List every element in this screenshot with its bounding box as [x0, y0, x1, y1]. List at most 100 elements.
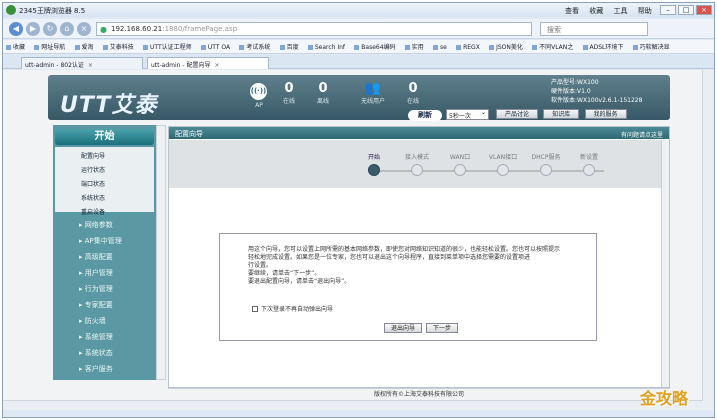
copyright-footer: 版权所有©上海艾泰科技有限公司 [168, 388, 670, 398]
page-icon: ● [100, 25, 107, 34]
sidebar-item-run-status[interactable]: 运行状态 [55, 163, 154, 177]
sidebar-group-behavior[interactable]: 行为管理 [55, 284, 154, 294]
main-scrollbar[interactable] [661, 140, 669, 387]
step-dot [411, 164, 423, 176]
favorites-bar: 收藏 网址导航 爱淘 艾泰科技 UTT认证工程师 UTT OA 考试系统 百度 … [3, 40, 714, 54]
fav-item[interactable]: 百度 [280, 42, 299, 51]
checkbox-icon[interactable] [252, 306, 258, 312]
ap-offline-stat: 0 离线 [316, 81, 329, 105]
menu-help[interactable]: 帮助 [638, 7, 652, 15]
users-icon: 👥 [364, 81, 382, 96]
step-dot [540, 164, 552, 176]
watermark-logo: 金攻略 [640, 389, 689, 408]
knowledge-base-button[interactable]: 知识库 [543, 109, 580, 119]
fav-item[interactable]: Search Inf [308, 44, 345, 51]
refresh-icon[interactable]: ↻ [43, 22, 57, 36]
url-host: 192.168.60.21 [111, 25, 163, 33]
step-wan-label: WAN口 [449, 154, 471, 161]
page-horizontal-scrollbar[interactable] [3, 400, 703, 410]
my-service-button[interactable]: 我的服务 [584, 109, 627, 119]
sidebar-group-sysstatus[interactable]: 系统状态 [55, 348, 154, 358]
address-row: ◀ ▶ ↻ ⌂ × ● 192.168.60.21:1880/framePage… [3, 19, 714, 39]
fav-item[interactable]: UTT OA [201, 44, 230, 51]
sidebar-group-service[interactable]: 客户服务 [55, 364, 154, 374]
fav-item[interactable]: UTT认证工程师 [143, 42, 192, 51]
sidebar-item-port-status[interactable]: 端口状态 [55, 177, 154, 191]
menu-view[interactable]: 查看 [565, 7, 579, 15]
sidebar-submenu: 配置向导 运行状态 端口状态 系统状态 重启设备 [55, 147, 154, 216]
no-popup-checkbox[interactable]: 下次登录不再自动弹出向导 [252, 304, 333, 313]
fav-item[interactable]: 实用 [405, 42, 424, 51]
sidebar-group-advanced[interactable]: 高级配置 [55, 252, 154, 262]
step-dot [497, 164, 509, 176]
tab-802-auth[interactable]: utt-admin - 802认证 × [21, 57, 143, 69]
step-new-label: 新设置 [579, 154, 598, 161]
brand-logo: UTT艾泰 [60, 93, 158, 118]
wireless-users-stat: 👥 无线用户 [353, 81, 393, 105]
tab-strip: utt-admin - 802认证 × utt-admin - 配置向导 × [3, 55, 714, 69]
page-content: UTT艾泰 ((·)) AP 0 在线 0 离线 👥 无线用户 0 在线 产品型号:WX… [3, 70, 703, 410]
fav-item[interactable]: ADSL环境下 [583, 42, 624, 51]
sidebar-scrollbar[interactable] [156, 125, 166, 380]
fav-item[interactable]: 巧软解决显 [633, 42, 670, 51]
step-dot [583, 164, 595, 176]
forward-icon[interactable]: ▶ [26, 22, 40, 36]
wizard-intro-box: 用这个向导，您可以设置上网所需的基本网络参数，即使您对网络知识知道的很少，也能轻… [219, 233, 597, 341]
exit-wizard-button[interactable]: 退出向导 [384, 323, 423, 333]
fav-item[interactable]: 网址导航 [34, 42, 65, 51]
fav-item[interactable]: JSON美化 [489, 42, 523, 51]
url-path: :1880/framePage.asp [162, 25, 238, 33]
panel-title-bar: 配置向导 有问题请点这里 [169, 127, 669, 139]
sidebar-group-expert[interactable]: 专家配置 [55, 300, 154, 310]
fav-item[interactable]: 不同VLAN之 [532, 42, 573, 51]
search-input[interactable]: 搜索 [540, 22, 648, 36]
fav-item[interactable]: se [433, 44, 447, 51]
ap-icon: ((·)) [250, 83, 267, 100]
home-icon[interactable]: ⌂ [60, 22, 74, 36]
main-panel: 配置向导 有问题请点这里 开始 接入模式 WAN口 VLAN接口 DHCP服务 … [168, 126, 670, 388]
sidebar-group-firewall[interactable]: 防火墙 [55, 316, 154, 326]
panel-title: 配置向导 [175, 130, 203, 138]
page-vertical-scrollbar[interactable] [703, 70, 714, 410]
product-discussion-button[interactable]: 产品讨论 [496, 109, 539, 119]
sidebar-start-button[interactable]: 开始 [55, 129, 154, 145]
fav-item[interactable]: 收藏 [6, 42, 25, 51]
fav-item[interactable]: 爱淘 [75, 42, 94, 51]
fav-item[interactable]: 艾泰科技 [103, 42, 134, 51]
refresh-button[interactable]: 刷新 [408, 110, 442, 121]
sidebar-group-ap[interactable]: AP集中管理 [55, 236, 154, 246]
search-placeholder: 搜索 [547, 26, 561, 34]
back-icon[interactable]: ◀ [9, 22, 23, 36]
sidebar-item-reboot[interactable]: 重启设备 [55, 205, 154, 219]
address-input[interactable]: ● 192.168.60.21:1880/framePage.asp [96, 22, 532, 36]
menu-bar: 查看 收藏 工具 帮助 [565, 6, 705, 16]
step-dot-active [368, 164, 380, 176]
wizard-steps: 开始 接入模式 WAN口 VLAN接口 DHCP服务 新设置 [169, 140, 661, 188]
next-step-button[interactable]: 下一步 [426, 323, 459, 333]
fav-item[interactable]: Base64编码 [354, 42, 395, 51]
fav-item[interactable]: 考试系统 [239, 42, 270, 51]
tab-close-icon[interactable]: × [214, 62, 219, 69]
step-dot [454, 164, 466, 176]
tab-close-icon[interactable]: × [88, 62, 93, 69]
refresh-interval-select[interactable]: 5秒一次 [446, 109, 489, 120]
tab-config-wizard[interactable]: utt-admin - 配置向导 × [147, 57, 269, 69]
sidebar-item-system-status[interactable]: 系统状态 [55, 191, 154, 205]
wizard-track [374, 170, 604, 172]
fav-item[interactable]: REGX [456, 44, 480, 51]
help-link[interactable]: 有问题请点这里 [621, 130, 663, 139]
ap-label: AP [255, 102, 263, 109]
step-start-label: 开始 [367, 154, 380, 161]
sidebar-group-users[interactable]: 用户管理 [55, 268, 154, 278]
sidebar-group-sysmgmt[interactable]: 系统管理 [55, 332, 154, 342]
router-header: UTT艾泰 ((·)) AP 0 在线 0 离线 👥 无线用户 0 在线 产品型号:WX… [48, 75, 670, 121]
menu-favorites[interactable]: 收藏 [589, 7, 603, 15]
sidebar-item-config-wizard[interactable]: 配置向导 [55, 147, 154, 163]
step-vlan-label: VLAN接口 [488, 154, 518, 161]
users-online-stat: 0 在线 [406, 81, 419, 105]
window-title: 2345王牌浏览器 8.5 [19, 7, 86, 15]
stop-icon[interactable]: × [77, 22, 91, 36]
menu-tools[interactable]: 工具 [613, 7, 627, 15]
sidebar-group-network[interactable]: 网络参数 [55, 220, 154, 230]
ap-online-stat: 0 在线 [282, 81, 295, 105]
